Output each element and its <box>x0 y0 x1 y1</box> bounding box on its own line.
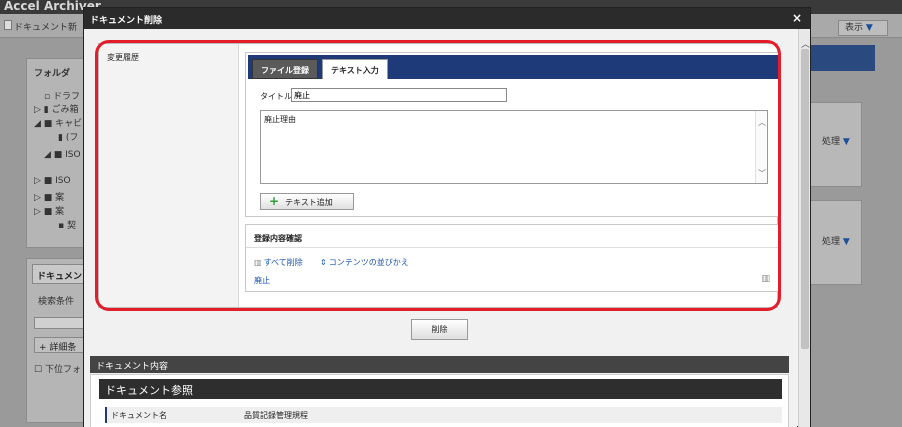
document-name-value: 品質記録管理規程 <box>244 411 308 420</box>
display-menu: 表示 ▼ <box>838 20 888 36</box>
document-reference-header: ドキュメント参照 <box>99 379 782 399</box>
document-name-row: ドキュメント名 品質記録管理規程 <box>105 407 782 423</box>
row-accent <box>105 407 107 423</box>
close-icon[interactable]: × <box>792 11 802 25</box>
process-menu: 処理 ▼ <box>822 237 850 247</box>
caret-down-icon: ▼ <box>865 23 873 33</box>
tree-item: ▮ (フ <box>58 133 79 143</box>
dialog-scrollbar[interactable]: ︿ <box>798 29 810 427</box>
display-label: 表示 <box>845 23 864 33</box>
tree-item: ▷ ■ 案 <box>34 207 65 217</box>
process-menu: 処理 ▼ <box>822 137 850 147</box>
document-contents-section: ドキュメント参照 ドキュメント名 品質記録管理規程 <box>90 374 789 427</box>
document-icon <box>4 20 12 30</box>
document-contents-header: ドキュメント内容 <box>90 356 789 373</box>
new-document-link: ドキュメント新 <box>14 23 78 33</box>
search-conditions-label: 検索条件 <box>38 297 75 307</box>
delete-document-dialog: ドキュメント削除 × 変更履歴 ファイル登録 テキスト入力 タイトル 廃止理由 … <box>83 7 811 427</box>
dialog-header: ドキュメント削除 × <box>84 8 810 29</box>
tree-item: ◢ ■ ISO <box>44 150 81 160</box>
tree-item: ▷ ■ 案 <box>34 193 65 203</box>
folder-label: フォルダ <box>34 69 71 79</box>
document-name-label: ドキュメント名 <box>111 411 167 420</box>
tree-item: ▪ 契 <box>58 221 76 231</box>
dialog-body: 変更履歴 ファイル登録 テキスト入力 タイトル 廃止理由 ︿ ﹀ + <box>84 29 797 427</box>
tree-item: ▷ ■ ISO <box>34 176 71 186</box>
scrollbar-thumb[interactable] <box>801 49 809 349</box>
detail-conditions-button: + 詳細条 <box>34 337 84 353</box>
tree-item: ▷ ▮ ごみ箱 <box>34 105 79 115</box>
dialog-title: ドキュメント削除 <box>90 16 163 26</box>
delete-button[interactable]: 削除 <box>411 319 468 340</box>
tree-item: ◢ ■ キャビ <box>34 119 83 129</box>
highlight-outline <box>95 40 781 311</box>
search-input <box>34 317 84 329</box>
tree-item: ▫ ドラフ <box>44 92 80 102</box>
right-header-bar <box>810 45 875 71</box>
document-tab: ドキュメン <box>32 264 86 284</box>
subfolder-checkbox: ☐ 下位フォ <box>34 365 81 375</box>
